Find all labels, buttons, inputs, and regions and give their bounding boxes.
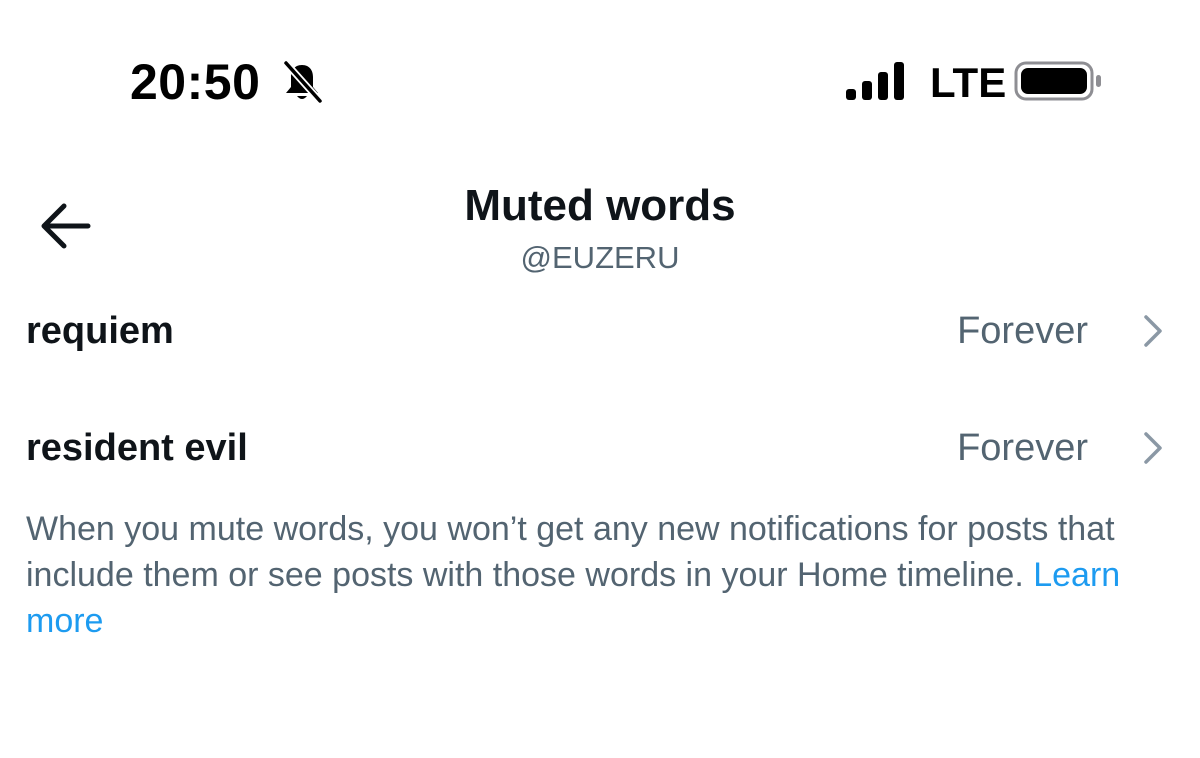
mute-duration: Forever — [957, 310, 1088, 352]
muted-word-label: resident evil — [26, 427, 248, 469]
mute-description: When you mute words, you won’t get any n… — [26, 506, 1176, 644]
mute-duration: Forever — [957, 427, 1088, 469]
muted-word-label: requiem — [26, 310, 174, 352]
account-handle: @EUZERU — [520, 240, 680, 275]
page-title: Muted words — [464, 181, 736, 230]
description-text: When you mute words, you won’t get any n… — [26, 510, 1115, 594]
chevron-right-icon — [1144, 432, 1162, 464]
status-time: 20:50 — [130, 54, 261, 110]
muted-word-row[interactable]: resident evil Forever — [0, 403, 1200, 493]
network-type: LTE — [930, 59, 1007, 106]
bell-slash-icon — [282, 60, 323, 104]
chevron-right-icon — [1144, 315, 1162, 347]
cellular-signal-icon — [846, 62, 904, 100]
battery-icon — [1014, 61, 1101, 101]
muted-word-row[interactable]: requiem Forever — [0, 286, 1200, 376]
